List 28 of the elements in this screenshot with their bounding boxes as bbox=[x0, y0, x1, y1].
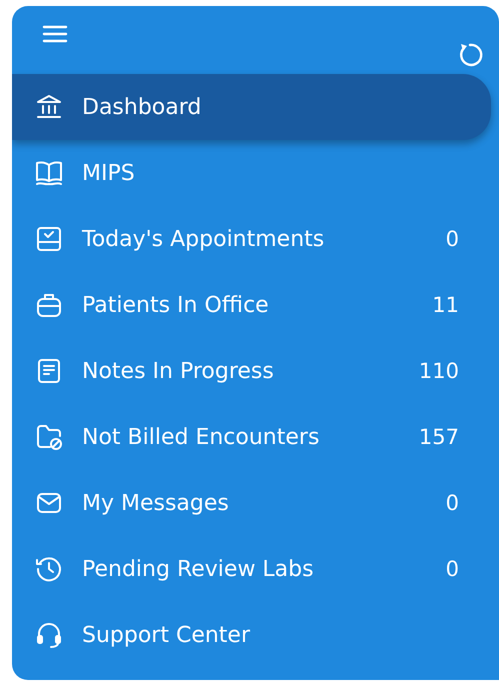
item-label: My Messages bbox=[82, 490, 230, 516]
item-count: 0 bbox=[446, 227, 459, 251]
item-label: Not Billed Encounters bbox=[82, 424, 320, 450]
sidebar-item[interactable]: Pending Review Labs 0 bbox=[12, 536, 491, 602]
item-count: 157 bbox=[418, 425, 459, 449]
sidebar-item[interactable]: Support Center bbox=[12, 602, 491, 668]
item-count: 0 bbox=[446, 557, 459, 581]
item-count: 11 bbox=[432, 293, 459, 317]
item-label: Dashboard bbox=[82, 94, 202, 120]
item-label: MIPS bbox=[82, 160, 136, 186]
sidebar-item[interactable]: MIPS bbox=[12, 140, 491, 206]
item-label: Patients In Office bbox=[82, 292, 270, 318]
item-count: 0 bbox=[446, 491, 459, 515]
sidebar-item[interactable]: Notes In Progress 110 bbox=[12, 338, 491, 404]
calendar-check-icon bbox=[34, 224, 64, 254]
item-count: 110 bbox=[418, 359, 459, 383]
item-label: Notes In Progress bbox=[82, 358, 275, 384]
sidebar-item[interactable]: Patients In Office 11 bbox=[12, 272, 491, 338]
sidebar-item[interactable]: Today's Appointments 0 bbox=[12, 206, 491, 272]
item-label: Pending Review Labs bbox=[82, 556, 315, 582]
folder-blocked-icon bbox=[34, 422, 64, 452]
sidebar-item[interactable]: Not Billed Encounters 157 bbox=[12, 404, 491, 470]
sidebar-item[interactable]: Dashboard bbox=[12, 74, 491, 140]
menu-icon[interactable] bbox=[42, 24, 68, 44]
headset-icon bbox=[34, 620, 64, 650]
item-label: Today's Appointments bbox=[82, 226, 326, 252]
sidebar-item[interactable]: My Messages 0 bbox=[12, 470, 491, 536]
item-label: Support Center bbox=[82, 622, 252, 648]
